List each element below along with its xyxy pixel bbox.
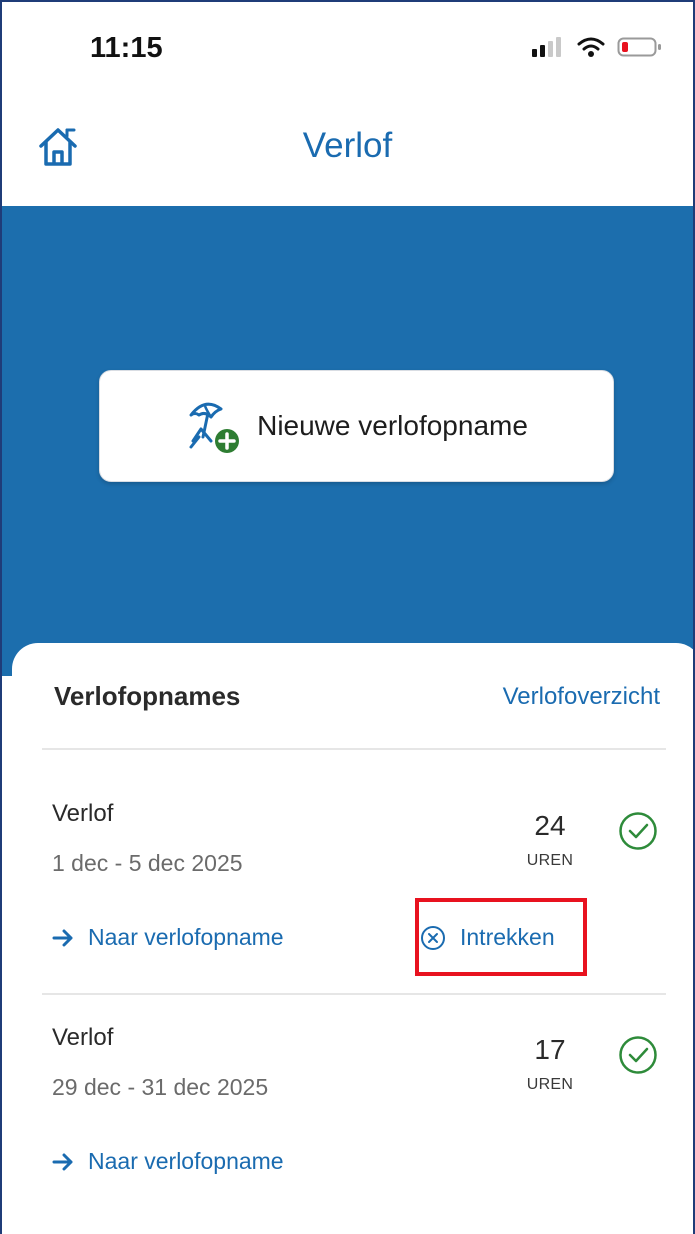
divider (42, 993, 666, 995)
leave-item-dates: 29 dec - 31 dec 2025 (52, 1074, 269, 1100)
wifi-icon (577, 37, 605, 57)
status-time: 11:15 (90, 32, 163, 64)
new-leave-button[interactable]: Nieuwe verlofopname (99, 370, 614, 482)
status-icons (531, 36, 663, 58)
leave-item-hours: 17 UREN (510, 1034, 590, 1094)
hero-banner: Nieuwe verlofopname (2, 206, 693, 676)
approved-check-icon (619, 812, 657, 850)
open-leave-request-link[interactable]: Naar verlofopname (52, 1148, 284, 1175)
open-leave-request-link[interactable]: Naar verlofopname (52, 924, 284, 951)
battery-icon (617, 37, 661, 57)
hours-unit: UREN (526, 1076, 574, 1093)
page-title: Verlof (302, 126, 393, 165)
status-bar: 11:15 (2, 2, 693, 102)
new-leave-label: Nieuwe verlofopname (257, 410, 528, 441)
leave-item-dates: 1 dec - 5 dec 2025 (52, 850, 243, 876)
app-frame: 11:15 Verlof Nieuwe verlofopname Verlofo… (0, 0, 695, 1234)
arrow-right-icon (52, 929, 73, 946)
card-title: Verlofopnames (54, 681, 241, 711)
leave-item-hours: 24 UREN (510, 810, 590, 870)
leave-item-title: Verlof (52, 800, 114, 827)
open-leave-request-label: Naar verlofopname (88, 1148, 284, 1174)
hours-value: 17 (534, 1034, 566, 1065)
arrow-right-icon (52, 1153, 73, 1170)
header: Verlof (2, 102, 693, 206)
leave-requests-card: Verlofopnames Verlofoverzicht Verlof 1 d… (12, 643, 693, 1234)
cellular-signal-icon (532, 37, 561, 57)
leave-overview-link[interactable]: Verlofoverzicht (503, 683, 660, 711)
divider (42, 748, 666, 750)
beach-umbrella-add-icon (189, 402, 240, 453)
approved-check-icon (619, 1036, 657, 1074)
highlight-annotation (415, 898, 587, 976)
hours-unit: UREN (526, 852, 574, 869)
leave-item-title: Verlof (52, 1024, 114, 1051)
open-leave-request-label: Naar verlofopname (88, 924, 284, 950)
hours-value: 24 (534, 810, 566, 841)
